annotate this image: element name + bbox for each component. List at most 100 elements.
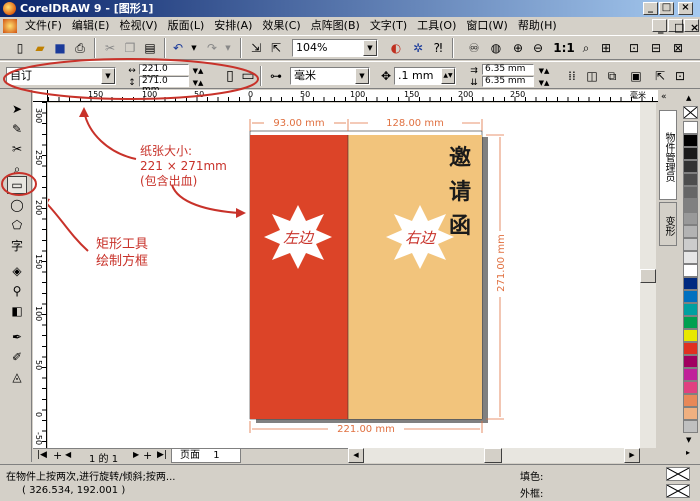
menu-layout[interactable]: 版面(L) — [163, 18, 210, 34]
zoom-out-icon[interactable]: ⊖ — [530, 40, 546, 56]
zoom-width-icon[interactable]: ⊟ — [648, 40, 664, 56]
redo-icon[interactable]: ↷ — [204, 40, 220, 56]
menu-effects[interactable]: 效果(C) — [257, 18, 305, 34]
color-swatch[interactable] — [683, 342, 698, 355]
save-icon[interactable]: ■ — [52, 40, 68, 56]
color-swatch[interactable] — [683, 316, 698, 329]
whats-this-icon[interactable]: ⁈ — [430, 40, 446, 56]
zoom-selected-icon[interactable]: ⌕ — [578, 40, 594, 56]
color-swatch[interactable] — [683, 303, 698, 316]
open-folder-icon[interactable]: ▰ — [32, 40, 48, 56]
horizontal-scrollbar[interactable]: ◀ ▶ — [348, 448, 640, 463]
no-color-swatch[interactable] — [683, 106, 698, 119]
paste-icon[interactable]: ▤ — [142, 40, 158, 56]
zoom-combo[interactable]: 104% ▼ — [292, 39, 378, 57]
zoom-dropdown-icon[interactable]: ▼ — [363, 40, 377, 56]
menu-tools[interactable]: 工具(O) — [412, 18, 461, 34]
mdi-minimize-button[interactable]: _ — [652, 19, 667, 34]
menu-file[interactable]: 文件(F) — [20, 18, 67, 34]
dup-y-spinner-icon[interactable]: ▼▲ — [536, 75, 552, 91]
maximize-button[interactable]: □ — [659, 2, 674, 15]
menu-edit[interactable]: 编辑(E) — [67, 18, 115, 34]
next-page-icon[interactable]: ▶ — [133, 450, 139, 459]
color-swatch[interactable] — [683, 355, 698, 368]
script-icon[interactable]: ♾ — [466, 40, 482, 56]
color-swatch[interactable] — [683, 277, 698, 290]
palette-scroll-up-icon[interactable]: ▲ — [686, 94, 691, 102]
menu-help[interactable]: 帮助(H) — [513, 18, 562, 34]
docker-tab-transform[interactable]: 变形 — [659, 202, 677, 246]
color-swatch[interactable] — [683, 134, 698, 147]
color-swatch[interactable] — [683, 290, 698, 303]
menu-bitmaps[interactable]: 点阵图(B) — [306, 18, 365, 34]
page-tab[interactable]: 页面 1 — [171, 449, 241, 463]
treat-as-filled-icon[interactable]: ▣ — [628, 68, 644, 84]
duplicate-x-field[interactable]: 6.35 mm — [482, 64, 534, 75]
mdi-restore-button[interactable]: □ — [668, 19, 684, 34]
palette-expand-icon[interactable]: ▸ — [686, 448, 690, 457]
transparency-tool-icon[interactable]: ◧ — [7, 302, 27, 320]
color-swatch[interactable] — [683, 225, 698, 238]
color-swatch[interactable] — [683, 147, 698, 160]
color-swatch[interactable] — [683, 121, 698, 134]
docker-tab-object-manager[interactable]: 物件管理员 — [659, 110, 677, 200]
zoom-in-icon[interactable]: ⊕ — [510, 40, 526, 56]
scroll-thumb-horizontal[interactable] — [484, 448, 502, 463]
palette-scroll-down-icon[interactable]: ▼ — [686, 436, 691, 444]
fill-tool-icon[interactable]: ◬ — [7, 368, 27, 386]
snap-objects-icon[interactable]: ⧉ — [604, 68, 620, 84]
color-swatch[interactable] — [683, 212, 698, 225]
nudge-field[interactable]: .1 mm ▲▼ — [394, 67, 456, 85]
color-swatch[interactable] — [683, 394, 698, 407]
print-icon[interactable]: ⎙ — [72, 40, 88, 56]
vertical-scrollbar[interactable] — [640, 103, 656, 448]
cut-icon[interactable]: ✂ — [102, 40, 118, 56]
menu-window[interactable]: 窗口(W) — [461, 18, 512, 34]
color-swatch[interactable] — [683, 186, 698, 199]
right-panel[interactable] — [348, 135, 482, 419]
corel-application-launcher-icon[interactable]: ◐ — [388, 40, 404, 56]
prev-page-icon[interactable]: ◀ — [65, 450, 71, 459]
color-swatch[interactable] — [683, 329, 698, 342]
color-swatch[interactable] — [683, 199, 698, 212]
last-page-icon[interactable]: ▶| — [157, 450, 167, 460]
color-swatch[interactable] — [683, 381, 698, 394]
fill-swatch-icon[interactable] — [666, 467, 690, 481]
new-document-icon[interactable]: ▯ — [12, 40, 28, 56]
nudge-spinner-icon[interactable]: ▲▼ — [441, 68, 455, 84]
menu-view[interactable]: 检视(V) — [114, 18, 162, 34]
color-swatch[interactable] — [683, 264, 698, 277]
zoom-page-icon[interactable]: ⊡ — [626, 40, 642, 56]
export-icon[interactable]: ⇱ — [268, 40, 284, 56]
menu-text[interactable]: 文字(T) — [365, 18, 412, 34]
add-page-before-icon[interactable]: + — [53, 449, 62, 462]
close-button[interactable]: × — [678, 2, 693, 15]
mdi-close-button[interactable]: × — [684, 19, 699, 34]
scroll-right-icon[interactable]: ▶ — [624, 448, 640, 463]
options-icon[interactable]: ⊡ — [672, 68, 688, 84]
undo-dropdown-icon[interactable]: ▼ — [186, 40, 202, 56]
units-dropdown-icon[interactable]: ▼ — [355, 68, 369, 84]
document-icon[interactable] — [3, 18, 17, 33]
units-combo[interactable]: 毫米 ▼ — [290, 67, 370, 85]
menu-arrange[interactable]: 安排(A) — [209, 18, 257, 34]
eyedropper-tool-icon[interactable]: ✒ — [7, 328, 27, 346]
duplicate-y-field[interactable]: 6.35 mm — [482, 76, 534, 87]
color-swatch[interactable] — [683, 160, 698, 173]
scroll-left-icon[interactable]: ◀ — [348, 448, 364, 463]
docker-collapse-icon[interactable]: « — [661, 92, 667, 102]
scroll-thumb-vertical[interactable] — [640, 269, 656, 283]
snap-grid-icon[interactable]: ⁞⁞ — [564, 68, 580, 84]
add-page-after-icon[interactable]: + — [143, 449, 152, 462]
corel-online-icon[interactable]: ✲ — [410, 40, 426, 56]
minimize-button[interactable]: _ — [643, 2, 658, 15]
undo-icon[interactable]: ↶ — [170, 40, 186, 56]
color-swatch[interactable] — [683, 407, 698, 420]
outline-swatch-icon[interactable] — [666, 484, 690, 498]
snap-guidelines-icon[interactable]: ◫ — [584, 68, 600, 84]
copy-icon[interactable]: ❐ — [122, 40, 138, 56]
zoom-all-icon[interactable]: ⊞ — [598, 40, 614, 56]
color-swatch[interactable] — [683, 238, 698, 251]
zoom-actual-icon[interactable]: 1:1 — [553, 40, 575, 56]
outline-tool-icon[interactable]: ✐ — [7, 348, 27, 366]
